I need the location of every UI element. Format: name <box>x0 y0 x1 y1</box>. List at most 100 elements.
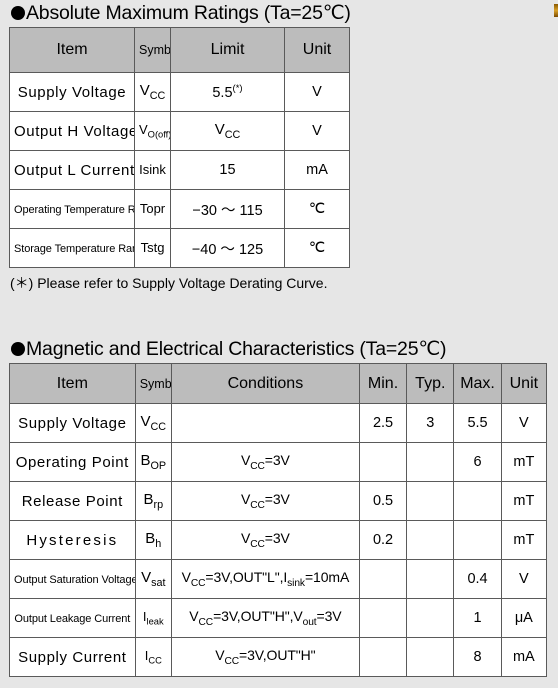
cond-base: V <box>240 530 251 547</box>
cell-conditions: VCC=3V,OUT"H" <box>170 637 360 677</box>
cond-subscript: CC <box>250 538 265 550</box>
table-row: Output Saturation Voltage Vsat VCC=3V,OU… <box>9 559 548 599</box>
table-row: Release Point Brp VCC=3V 0.5 mT <box>9 481 548 521</box>
table-row: Supply Voltage VCC 5.5(*) V <box>9 72 350 112</box>
cell-conditions <box>170 403 360 443</box>
cond-rest: =3V <box>264 530 290 547</box>
symbol-base: V <box>141 569 152 586</box>
table-row: Operating Point BOP VCC=3V 6 mT <box>9 442 548 482</box>
column-header-typ: Typ. <box>406 363 455 404</box>
cell-unit: V <box>284 72 350 112</box>
cell-typ <box>406 442 455 482</box>
symbol-base: B <box>140 452 151 469</box>
column-header-item: Item <box>9 27 135 73</box>
column-header-item: Item <box>9 363 136 404</box>
table-row: Hysteresis Bh VCC=3V 0.2 mT <box>9 520 548 560</box>
table-row: Operating Temperature Range Topr −30 ～ 1… <box>9 189 350 229</box>
symbol-subscript: leak <box>146 616 164 627</box>
cell-conditions: VCC=3V,OUT"H",Vout=3V <box>170 598 360 638</box>
cell-item: Hysteresis <box>9 520 136 560</box>
magnetic-electrical-characteristics-table: Item Symbol Conditions Min. Typ. Max. Un… <box>9 363 548 677</box>
cond-rest: =3V <box>264 452 290 469</box>
cond-base: V <box>240 452 251 469</box>
cell-conditions: VCC=3V <box>170 481 360 521</box>
cell-item: Supply Voltage <box>9 72 135 112</box>
filled-circle-bullet-icon <box>11 342 25 356</box>
cell-max: 6 <box>453 442 502 482</box>
symbol-subscript: O(off) <box>147 129 171 140</box>
table-row: Output Leakage Current Ileak VCC=3V,OUT"… <box>9 598 548 638</box>
cond-subscript: CC <box>224 655 240 667</box>
symbol-subscript: CC <box>148 655 162 666</box>
cell-unit: ℃ <box>284 189 350 229</box>
cell-typ <box>406 598 455 638</box>
symbol-base: V <box>139 82 150 99</box>
cell-unit: mT <box>500 520 548 560</box>
cond-rest: =3V,OUT"H", <box>213 608 294 625</box>
cell-symbol: BOP <box>134 442 172 482</box>
symbol-value: VCC <box>140 413 167 433</box>
cell-min <box>358 559 408 599</box>
column-header-min: Min. <box>358 363 408 404</box>
footnote-marker: (*) <box>232 83 243 95</box>
cell-min: 0.2 <box>358 520 408 560</box>
item-label: Output L Current <box>14 161 135 179</box>
cell-unit: V <box>500 403 548 443</box>
page-edge-artifact <box>554 4 558 17</box>
column-header-unit: Unit <box>500 363 548 404</box>
table-row: Output L Current Isink 15 mA <box>9 150 350 190</box>
table-footnote: (＊) Please refer to Supply Voltage Derat… <box>10 275 328 291</box>
cell-typ <box>406 520 455 560</box>
symbol-subscript: sat <box>151 577 166 589</box>
symbol-value: Bh <box>145 530 162 550</box>
cond-subscript-2: sink <box>287 577 305 589</box>
cell-unit: mT <box>500 442 548 482</box>
symbol-subscript: h <box>155 538 162 550</box>
item-label: Output Leakage Current <box>14 613 131 625</box>
cond-rest: =3V,OUT"H" <box>239 647 316 664</box>
cell-symbol: Bh <box>134 520 172 560</box>
column-header-max: Max. <box>453 363 502 404</box>
table-row: Storage Temperature Range Tstg −40 ～ 125… <box>9 228 350 268</box>
section-heading-magnetic-and-electrical-characteristics: Magnetic and Electrical Characteristics … <box>0 336 547 362</box>
cell-symbol: VCC <box>134 72 171 112</box>
table-row: Supply Voltage VCC 2.5 3 5.5 V <box>9 403 548 443</box>
symbol-value: VO(off) <box>139 122 171 140</box>
cond-base: V <box>240 491 251 508</box>
cond-base: V <box>181 569 191 586</box>
limit-base: V <box>214 121 225 138</box>
table-row: Output H Voltage VO(off) VCC V <box>9 111 350 151</box>
cell-typ <box>406 637 455 677</box>
cell-item: Operating Point <box>9 442 136 482</box>
cell-max: 1 <box>453 598 502 638</box>
cell-symbol: Vsat <box>134 559 172 599</box>
cell-min <box>358 637 408 677</box>
cond-rest-2: =3V <box>316 608 342 625</box>
cell-unit: ℃ <box>284 228 350 268</box>
cell-max: 5.5 <box>453 403 502 443</box>
filled-circle-bullet-icon <box>11 6 25 20</box>
column-header-unit: Unit <box>284 27 350 73</box>
cell-min: 0.5 <box>358 481 408 521</box>
item-label: Storage Temperature Range <box>14 243 134 255</box>
item-label: Supply Current <box>18 648 127 666</box>
column-header-conditions: Conditions <box>170 363 360 404</box>
item-label: Output H Voltage <box>14 122 135 140</box>
cell-max: 0.4 <box>453 559 502 599</box>
cell-conditions: VCC=3V,OUT"L",Isink=10mA <box>170 559 360 599</box>
symbol-subscript: CC <box>150 421 167 433</box>
conditions-value: VCC=3V,OUT"H" <box>215 647 316 667</box>
cond-rest-2: =10mA <box>304 569 350 586</box>
cell-symbol: Topr <box>134 189 171 229</box>
section-heading-text: Magnetic and Electrical Characteristics … <box>26 338 447 360</box>
cell-typ <box>406 559 455 599</box>
symbol-value: Isink <box>139 162 166 177</box>
cell-item: Output Leakage Current <box>9 598 136 638</box>
symbol-value: Tstg <box>140 240 165 255</box>
cell-unit: mA <box>500 637 548 677</box>
cell-symbol: VCC <box>134 403 172 443</box>
limit-value: VCC <box>214 121 241 141</box>
item-label: Operating Point <box>15 453 129 471</box>
table-header-row: Item Symbol Limit Unit <box>9 27 350 73</box>
cell-item: Supply Current <box>9 637 136 677</box>
